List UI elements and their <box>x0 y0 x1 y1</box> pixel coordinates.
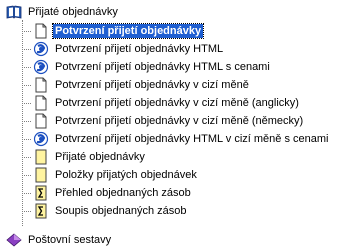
tree-item-label: Potvrzení přijetí objednávky HTML v cizí… <box>55 133 329 145</box>
tree-root-postovni-sestavy[interactable]: Poštovní sestavy <box>6 231 113 249</box>
document-icon <box>33 113 49 129</box>
tree-item-label: Přehled objednaných zásob <box>55 187 191 199</box>
sum-document-icon <box>33 185 49 201</box>
document-icon <box>33 95 49 111</box>
yellow-document-icon <box>33 149 49 165</box>
book-icon <box>6 4 22 20</box>
tree-root-label: Přijaté objednávky <box>28 6 118 18</box>
tree-item-soupis-objednanych-zasob[interactable]: Soupis objednaných zásob <box>33 202 188 220</box>
tree-item-label: Potvrzení přijetí objednávky v cizí měně… <box>55 97 299 109</box>
tree-item-label: Potvrzení přijetí objednávky HTML <box>55 43 224 55</box>
diamond-folder-icon <box>6 232 22 248</box>
tree-item-potvrzeni-cizi-mena-anglicky[interactable]: Potvrzení přijetí objednávky v cizí měně… <box>33 94 301 112</box>
tree-item-prijate-objednavky[interactable]: Přijaté objednávky <box>33 148 147 166</box>
tree-item-potvrzeni-cizi-mena-nemecky[interactable]: Potvrzení přijetí objednávky v cizí měně… <box>33 112 305 130</box>
tree-item-potvrzeni-html-s-cenami[interactable]: Potvrzení přijetí objednávky HTML s cena… <box>33 58 272 76</box>
document-icon <box>33 23 49 39</box>
tree-item-label: Soupis objednaných zásob <box>55 205 187 217</box>
tree-item-potvrzeni[interactable]: Potvrzení přijetí objednávky <box>33 22 205 40</box>
browser-icon <box>33 41 49 57</box>
browser-icon <box>33 59 49 75</box>
tree-item-potvrzeni-html-cizi-mena[interactable]: Potvrzení přijetí objednávky HTML v cizí… <box>33 130 330 148</box>
tree-root-prijate-objednavky[interactable]: Přijaté objednávky <box>6 3 120 21</box>
tree-item-label: Přijaté objednávky <box>55 151 145 163</box>
tree-item-label: Potvrzení přijetí objednávky <box>51 23 205 39</box>
document-icon <box>33 77 49 93</box>
tree-root-label: Poštovní sestavy <box>28 234 112 246</box>
tree-item-label: Potvrzení přijetí objednávky v cizí měně <box>55 79 249 91</box>
tree-item-prehled-objednanych-zasob[interactable]: Přehled objednaných zásob <box>33 184 193 202</box>
sum-document-icon <box>33 203 49 219</box>
browser-icon <box>33 131 49 147</box>
tree-item-potvrzeni-html[interactable]: Potvrzení přijetí objednávky HTML <box>33 40 225 58</box>
tree-item-label: Položky přijatých objednávek <box>55 169 197 181</box>
tree-item-potvrzeni-cizi-mena[interactable]: Potvrzení přijetí objednávky v cizí měně <box>33 76 251 94</box>
report-tree: Přijaté objednávky Potvrzení přijetí obj… <box>0 0 363 250</box>
tree-item-label: Potvrzení přijetí objednávky HTML s cena… <box>55 61 270 73</box>
yellow-document-icon <box>33 167 49 183</box>
tree-item-label: Potvrzení přijetí objednávky v cizí měně… <box>55 115 304 127</box>
tree-connector <box>22 20 23 226</box>
tree-item-polozky-prijatych-objednavek[interactable]: Položky přijatých objednávek <box>33 166 199 184</box>
